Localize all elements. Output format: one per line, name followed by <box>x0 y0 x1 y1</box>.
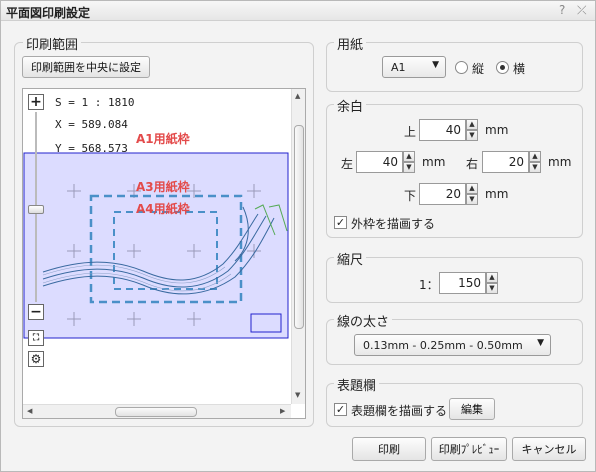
print-range-label: 印刷範囲 <box>23 34 82 53</box>
landscape-label: 横 <box>513 62 526 76</box>
margin-top-value: 40 <box>445 123 461 137</box>
spin-down-icon[interactable]: ▼ <box>466 194 478 205</box>
margin-bottom-value: 20 <box>445 187 461 201</box>
print-button[interactable]: 印刷 <box>352 437 426 461</box>
title-bar: 平面図印刷設定 ? ⤫ <box>1 1 595 21</box>
portrait-label: 縦 <box>472 62 485 76</box>
vertical-scroll-thumb[interactable] <box>294 125 304 329</box>
scale-input[interactable]: 150 ▲ ▼ <box>439 272 498 294</box>
scroll-up-icon[interactable]: ▲ <box>295 92 300 100</box>
help-icon[interactable]: ? <box>559 3 565 17</box>
margin-right-unit: mm <box>548 155 572 169</box>
landscape-radio[interactable] <box>496 61 509 74</box>
chevron-down-icon: ▼ <box>432 60 439 70</box>
print-preview-button[interactable]: 印刷ﾌﾟﾚﾋﾞｭｰ <box>431 437 507 461</box>
edit-title-block-button[interactable]: 編集 <box>449 398 495 420</box>
paper-size-value: A1 <box>391 61 406 74</box>
zoom-slider-thumb[interactable] <box>28 205 44 214</box>
chevron-down-icon: ▼ <box>537 338 544 348</box>
line-width-value: 0.13mm - 0.25mm - 0.50mm <box>363 339 523 352</box>
vertical-scrollbar[interactable]: ▲ ▼ <box>291 89 305 404</box>
margin-left-value: 40 <box>382 155 398 169</box>
a3-frame-label: A3用紙枠 <box>136 180 190 194</box>
line-width-select[interactable]: 0.13mm - 0.25mm - 0.50mm ▼ <box>354 334 551 356</box>
dialog-title: 平面図印刷設定 <box>6 6 91 20</box>
margin-top-unit: mm <box>485 123 509 137</box>
spin-down-icon[interactable]: ▼ <box>486 283 498 294</box>
scale-value: 150 <box>458 276 481 290</box>
margin-label: 余白 <box>334 96 367 115</box>
x-coordinate-readout: X = 589.084 <box>55 118 128 131</box>
print-settings-dialog: 平面図印刷設定 ? ⤫ 印刷範囲 印刷範囲を中央に設定 S = 1: 1810… <box>0 0 596 472</box>
draw-title-block-label: 表題欄を描画する <box>351 404 448 418</box>
scroll-left-icon[interactable]: ◀ <box>27 407 32 415</box>
margin-top-input[interactable]: 40 ▲ ▼ <box>419 119 478 141</box>
spin-down-icon[interactable]: ▼ <box>403 162 415 173</box>
spin-up-icon[interactable]: ▲ <box>466 183 478 194</box>
spin-up-icon[interactable]: ▲ <box>486 272 498 283</box>
scale-label: 縮尺 <box>334 249 367 268</box>
a1-frame-label: A1用紙枠 <box>136 132 190 146</box>
margin-bottom-input[interactable]: 20 ▲ ▼ <box>419 183 478 205</box>
draw-border-checkbox[interactable]: ✓ <box>334 216 347 229</box>
line-width-label: 線の太さ <box>334 311 393 330</box>
cancel-button[interactable]: キャンセル <box>512 437 586 461</box>
scale-readout: S = 1 : 1810 <box>55 96 135 109</box>
spin-down-icon[interactable]: ▼ <box>466 130 478 141</box>
margin-bottom-unit: mm <box>485 187 509 201</box>
close-icon[interactable]: ⤫ <box>577 3 587 18</box>
margin-bottom-label: 下 <box>404 189 417 203</box>
scroll-down-icon[interactable]: ▼ <box>295 391 300 399</box>
margin-right-input[interactable]: 20 ▲ ▼ <box>482 151 541 173</box>
paper-label: 用紙 <box>334 34 367 53</box>
fit-extent-icon[interactable]: ⛶ <box>28 330 44 346</box>
spin-up-icon[interactable]: ▲ <box>466 119 478 130</box>
draw-border-label: 外枠を描画する <box>351 217 436 231</box>
paper-size-select[interactable]: A1 ▼ <box>382 56 446 78</box>
spin-up-icon[interactable]: ▲ <box>403 151 415 162</box>
horizontal-scroll-thumb[interactable] <box>115 407 197 417</box>
zoom-out-icon[interactable]: − <box>28 304 44 320</box>
margin-left-label: 左 <box>341 157 354 171</box>
margin-right-label: 右 <box>466 157 479 171</box>
portrait-radio[interactable] <box>455 61 468 74</box>
spin-down-icon[interactable]: ▼ <box>529 162 541 173</box>
scroll-right-icon[interactable]: ▶ <box>280 407 285 415</box>
spin-up-icon[interactable]: ▲ <box>529 151 541 162</box>
a4-frame-label: A4用紙枠 <box>136 202 190 216</box>
margin-right-value: 20 <box>508 155 524 169</box>
horizontal-scrollbar[interactable]: ◀ ▶ <box>23 404 291 418</box>
draw-title-block-checkbox[interactable]: ✓ <box>334 403 347 416</box>
margin-left-input[interactable]: 40 ▲ ▼ <box>356 151 415 173</box>
title-block-label: 表題欄 <box>334 375 380 394</box>
center-print-range-button[interactable]: 印刷範囲を中央に設定 <box>22 56 150 78</box>
margin-left-unit: mm <box>422 155 446 169</box>
margin-top-label: 上 <box>404 125 417 139</box>
zoom-in-icon[interactable]: + <box>28 94 44 110</box>
print-preview-area[interactable]: S = 1 : 1810 X = 589.084 Y = 568.573 A1用… <box>22 88 306 419</box>
gear-icon[interactable]: ⚙ <box>28 351 44 367</box>
y-coordinate-readout: Y = 568.573 <box>55 142 128 155</box>
scale-prefix: 1： <box>419 278 439 292</box>
